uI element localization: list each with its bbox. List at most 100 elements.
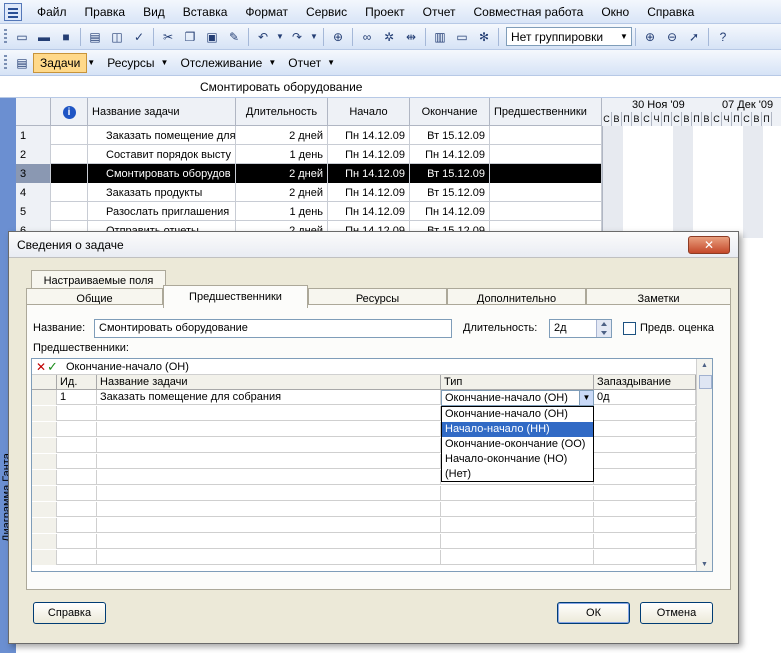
duration-cell[interactable]: 1 день: [236, 202, 328, 221]
task-name-cell[interactable]: [97, 454, 441, 469]
column-header-task-name[interactable]: Название задачи: [97, 375, 441, 390]
id-cell[interactable]: [57, 502, 97, 517]
menu-view[interactable]: Вид: [134, 0, 174, 24]
task-name-cell[interactable]: Заказать продукты: [88, 183, 236, 202]
lag-cell[interactable]: [594, 534, 696, 549]
task-name-cell[interactable]: [97, 470, 441, 485]
type-option-none[interactable]: (Нет): [442, 467, 593, 482]
redo-icon[interactable]: ↷: [287, 27, 307, 47]
task-name-cell[interactable]: [97, 534, 441, 549]
chevron-down-icon[interactable]: ▼: [327, 58, 335, 67]
assign-resources-icon[interactable]: ✻: [474, 27, 494, 47]
print-preview-icon[interactable]: ◫: [107, 27, 127, 47]
predecessors-cell[interactable]: [490, 126, 602, 145]
chevron-down-icon[interactable]: ▼: [87, 58, 95, 67]
table-row[interactable]: [32, 550, 696, 565]
row-header[interactable]: [32, 406, 57, 421]
type-option-sf[interactable]: Начало-окончание (НО): [442, 452, 593, 467]
column-header-lag[interactable]: Запаздывание: [594, 375, 696, 390]
table-row[interactable]: 1 Заказать помещение для собрания 0д: [32, 390, 696, 405]
unlink-tasks-icon[interactable]: ✲: [379, 27, 399, 47]
accept-entry-icon[interactable]: ✓: [47, 359, 58, 375]
goto-task-icon[interactable]: ➚: [684, 27, 704, 47]
estimated-checkbox[interactable]: [623, 322, 636, 335]
table-row[interactable]: [32, 534, 696, 549]
id-cell[interactable]: [57, 518, 97, 533]
help-icon[interactable]: ?: [713, 27, 733, 47]
zoom-in-icon[interactable]: ⊕: [640, 27, 660, 47]
column-header-finish[interactable]: Окончание: [410, 98, 490, 126]
chevron-down-icon[interactable]: ▼: [161, 58, 169, 67]
task-name-cell[interactable]: Заказать помещение для собрания: [97, 390, 441, 405]
row-header[interactable]: [32, 550, 57, 565]
task-name-cell[interactable]: [97, 550, 441, 565]
table-row[interactable]: [32, 518, 696, 533]
tab-custom-fields[interactable]: Настраиваемые поля: [31, 270, 166, 290]
print-icon[interactable]: ▤: [85, 27, 105, 47]
save-icon[interactable]: ■: [56, 27, 76, 47]
task-name-cell[interactable]: Смонтировать оборудов: [88, 164, 236, 183]
duration-cell[interactable]: 2 дней: [236, 183, 328, 202]
guide-tracking-button[interactable]: Отслеживание: [174, 53, 268, 73]
start-cell[interactable]: Пн 14.12.09: [328, 202, 410, 221]
task-name-cell[interactable]: [97, 438, 441, 453]
task-name-cell[interactable]: Разослать приглашения: [88, 202, 236, 221]
cut-icon[interactable]: ✂: [158, 27, 178, 47]
type-option-ss[interactable]: Начало-начало (НН): [442, 422, 593, 437]
id-cell[interactable]: [57, 422, 97, 437]
id-cell[interactable]: [57, 406, 97, 421]
lag-cell[interactable]: [594, 470, 696, 485]
type-option-fs[interactable]: Окончание-начало (ОН): [442, 407, 593, 422]
lag-cell[interactable]: [594, 422, 696, 437]
type-select[interactable]: Окончание-начало (ОН) ▼: [441, 390, 594, 406]
guide-tasks-button[interactable]: Задачи: [33, 52, 88, 73]
lag-cell[interactable]: [594, 502, 696, 517]
menu-edit[interactable]: Правка: [76, 0, 135, 24]
duration-cell[interactable]: 1 день: [236, 145, 328, 164]
lag-cell[interactable]: [594, 406, 696, 421]
lag-cell[interactable]: [594, 438, 696, 453]
row-number[interactable]: 4: [16, 183, 51, 202]
column-header-id[interactable]: Ид.: [57, 375, 97, 390]
menu-format[interactable]: Формат: [236, 0, 297, 24]
chevron-down-icon[interactable]: ▼: [268, 58, 276, 67]
row-number[interactable]: 5: [16, 202, 51, 221]
link-tasks-icon[interactable]: ∞: [357, 27, 377, 47]
lag-cell[interactable]: [594, 550, 696, 565]
table-row[interactable]: [32, 422, 696, 437]
task-name-field[interactable]: Смонтировать оборудование: [94, 319, 452, 338]
menu-help[interactable]: Справка: [638, 0, 703, 24]
hyperlink-icon[interactable]: ⊕: [328, 27, 348, 47]
app-icon[interactable]: [4, 2, 22, 21]
table-row[interactable]: [32, 406, 696, 421]
menu-insert[interactable]: Вставка: [174, 0, 237, 24]
chevron-down-icon[interactable]: ▼: [617, 28, 631, 45]
row-number[interactable]: 2: [16, 145, 51, 164]
lag-cell[interactable]: [594, 486, 696, 501]
new-icon[interactable]: ▭: [12, 27, 32, 47]
chevron-down-icon[interactable]: ▼: [579, 391, 593, 405]
task-name-cell[interactable]: [97, 486, 441, 501]
toolbar-grip[interactable]: [4, 28, 7, 45]
id-cell[interactable]: 1: [57, 390, 97, 405]
menu-file[interactable]: Файл: [28, 0, 76, 24]
menu-project[interactable]: Проект: [356, 0, 414, 24]
task-name-cell[interactable]: [97, 518, 441, 533]
guide-report-button[interactable]: Отчет: [282, 53, 327, 73]
ok-button[interactable]: ОК: [557, 602, 630, 624]
id-cell[interactable]: [57, 438, 97, 453]
zoom-out-icon[interactable]: ⊖: [662, 27, 682, 47]
row-header[interactable]: [32, 502, 57, 517]
start-cell[interactable]: Пн 14.12.09: [328, 145, 410, 164]
menu-report[interactable]: Отчет: [414, 0, 465, 24]
finish-cell[interactable]: Пн 14.12.09: [410, 145, 490, 164]
close-button[interactable]: ✕: [688, 236, 730, 254]
duration-cell[interactable]: 2 дней: [236, 164, 328, 183]
finish-cell[interactable]: Вт 15.12.09: [410, 126, 490, 145]
task-name-cell[interactable]: Составит порядок высту: [88, 145, 236, 164]
row-header[interactable]: [32, 454, 57, 469]
task-name-cell[interactable]: [97, 406, 441, 421]
start-cell[interactable]: Пн 14.12.09: [328, 183, 410, 202]
task-info-icon[interactable]: ▥: [430, 27, 450, 47]
scroll-thumb[interactable]: [699, 375, 712, 389]
